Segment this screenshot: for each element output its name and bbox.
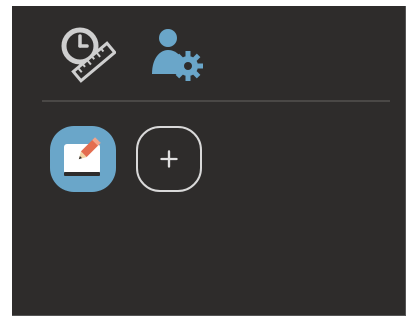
plus-icon — [160, 150, 178, 168]
launcher-panel — [12, 6, 406, 316]
toolbar — [12, 6, 405, 98]
user-settings-button[interactable] — [146, 24, 206, 84]
clock-ruler-icon — [61, 27, 116, 83]
user-gear-icon — [152, 29, 203, 81]
note-edit-icon — [64, 137, 101, 176]
clock-ruler-button[interactable] — [56, 24, 116, 84]
divider — [42, 100, 390, 102]
add-app-button[interactable] — [136, 126, 202, 192]
notes-app-button[interactable] — [50, 126, 116, 192]
